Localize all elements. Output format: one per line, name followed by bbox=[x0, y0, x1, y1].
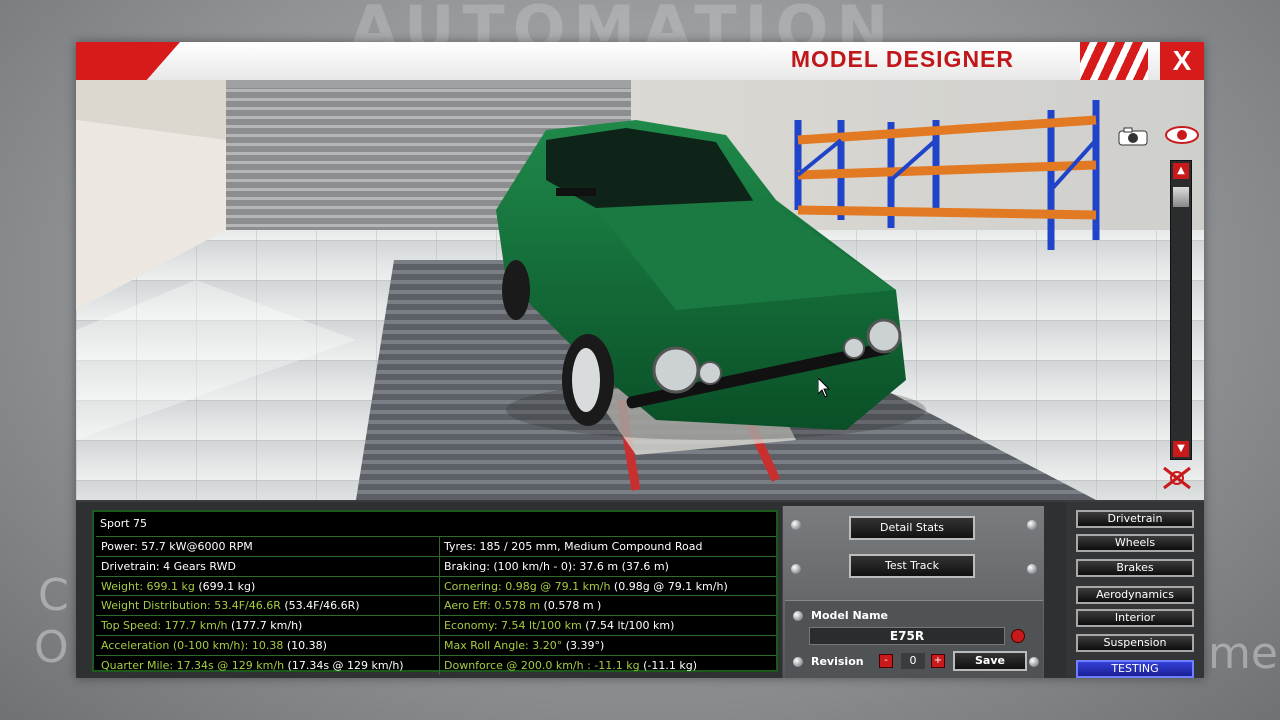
revision-label: Revision bbox=[811, 655, 864, 668]
stat-left: Weight Distribution: 53.4F/46.6R (53.4F/… bbox=[101, 596, 434, 615]
background-letter-c: C bbox=[38, 570, 69, 621]
title-stripes-right bbox=[1080, 42, 1148, 80]
stat-value: Aero Eff: 0.578 m bbox=[444, 599, 541, 613]
actions-panel: Detail Stats Test Track Model Name E75R … bbox=[782, 506, 1044, 678]
stat-right: Economy: 7.54 lt/100 km (7.54 lt/100 km) bbox=[439, 616, 774, 636]
stat-right: Max Roll Angle: 3.20° (3.39°) bbox=[439, 636, 774, 655]
camera-icon[interactable] bbox=[1116, 126, 1152, 146]
stat-baseline: (699.1 kg) bbox=[194, 579, 256, 593]
car-model-name-label: Sport 75 bbox=[100, 517, 148, 530]
stats-row: Weight Distribution: 53.4F/46.6R (53.4F/… bbox=[96, 595, 776, 616]
stat-right: Aero Eff: 0.578 m (0.578 m ) bbox=[439, 596, 774, 616]
rivet bbox=[1027, 564, 1037, 574]
stat-baseline: (-11.1 kg) bbox=[639, 658, 698, 672]
background-letter-o: O bbox=[34, 622, 69, 673]
stat-value: Cornering: 0.98g @ 79.1 km/h bbox=[444, 579, 611, 593]
revision-value: 0 bbox=[901, 653, 925, 669]
stats-row: Quarter Mile: 17.34s @ 129 km/h (17.34s … bbox=[96, 654, 776, 675]
title-bar: MODEL DESIGNER X bbox=[76, 42, 1204, 80]
background-text-me: me bbox=[1208, 628, 1278, 679]
nav-item-aerodynamics[interactable]: Aerodynamics bbox=[1076, 586, 1194, 604]
window-title: MODEL DESIGNER bbox=[790, 46, 1014, 72]
clear-name-icon[interactable] bbox=[1011, 629, 1025, 643]
stat-baseline: (3.39°) bbox=[562, 639, 605, 652]
zoom-scrollbar[interactable]: ▲ ▼ bbox=[1170, 160, 1192, 460]
stats-row: Top Speed: 177.7 km/h (177.7 km/h) Econom… bbox=[96, 615, 776, 636]
rivet bbox=[791, 564, 801, 574]
game-screen: AUTOMATION C O me MODEL DESIGNER X ▲ ▼ S… bbox=[0, 0, 1280, 720]
stat-baseline: (17.34s @ 129 km/h) bbox=[284, 658, 404, 672]
close-button[interactable]: X bbox=[1160, 42, 1204, 80]
stat-left: Power: 57.7 kW@6000 RPM bbox=[101, 537, 434, 556]
stat-value: Weight: 699.1 kg bbox=[101, 579, 195, 593]
nav-item-testing[interactable]: TESTING bbox=[1076, 660, 1194, 678]
stat-value: Tyres: 185 / 205 mm, Medium Compound Roa… bbox=[444, 540, 703, 553]
stat-right: Cornering: 0.98g @ 79.1 km/h (0.98g @ 79… bbox=[439, 576, 774, 596]
stat-left: Top Speed: 177.7 km/h (177.7 km/h) bbox=[101, 616, 434, 635]
stat-value: Power: 57.7 kW@6000 RPM bbox=[101, 540, 253, 553]
stat-left: Drivetrain: 4 Gears RWD bbox=[101, 557, 434, 576]
arrow-up-icon[interactable]: ▲ bbox=[1173, 163, 1189, 179]
stat-value: Weight Distribution: 53.4F/46.6R bbox=[101, 599, 281, 613]
stat-baseline: (53.4F/46.6R) bbox=[280, 599, 360, 613]
rivet bbox=[1029, 657, 1039, 667]
bottom-panel: Sport 75 Power: 57.7 kW@6000 RPM Tyres: 1… bbox=[76, 502, 1204, 678]
model-name-section: Model Name E75R Revision - 0 + Save bbox=[785, 600, 1043, 678]
stat-value: Top Speed: 177.7 km/h bbox=[101, 619, 228, 633]
nav-item-suspension[interactable]: Suspension bbox=[1076, 634, 1194, 652]
stat-value: Drivetrain: 4 Gears RWD bbox=[101, 559, 236, 573]
stats-row: Drivetrain: 4 Gears RWD Braking: (100 km/… bbox=[96, 555, 776, 576]
stat-right: Downforce @ 200.0 km/h : -11.1 kg (-11.1… bbox=[439, 655, 774, 675]
eye-icon[interactable] bbox=[1164, 124, 1200, 146]
stat-right: Tyres: 185 / 205 mm, Medium Compound Roa… bbox=[439, 537, 774, 556]
stat-baseline: (10.38) bbox=[283, 639, 327, 652]
designer-nav: Drivetrain Wheels Brakes Aerodynamics Interi… bbox=[1066, 502, 1204, 678]
nav-item-interior[interactable]: Interior bbox=[1076, 609, 1194, 627]
rivet bbox=[793, 611, 803, 621]
stat-value: Downforce @ 200.0 km/h : -11.1 kg bbox=[444, 658, 640, 672]
stat-left: Quarter Mile: 17.34s @ 129 km/h (17.34s … bbox=[101, 656, 434, 675]
model-designer-window: MODEL DESIGNER X ▲ ▼ Sport 75 Power: 57.… bbox=[76, 42, 1204, 678]
car-stats-panel: Sport 75 Power: 57.7 kW@6000 RPM Tyres: 1… bbox=[92, 510, 778, 675]
car-3d-viewport[interactable]: ▲ ▼ bbox=[76, 80, 1204, 500]
reset-view-icon[interactable] bbox=[1160, 464, 1194, 492]
model-name-label: Model Name bbox=[811, 609, 888, 622]
detail-stats-button[interactable]: Detail Stats bbox=[849, 516, 975, 540]
stat-baseline: (177.7 km/h) bbox=[227, 619, 303, 633]
stat-right: Braking: (100 km/h - 0): 37.6 m (37.6 m) bbox=[439, 556, 774, 576]
test-track-button[interactable]: Test Track bbox=[849, 554, 975, 578]
zoom-slider-thumb[interactable] bbox=[1173, 187, 1189, 207]
title-stripe-left bbox=[76, 42, 180, 80]
stat-baseline: (0.98g @ 79.1 km/h) bbox=[610, 579, 728, 593]
stat-baseline: (0.578 m ) bbox=[540, 599, 602, 613]
stat-value: Quarter Mile: 17.34s @ 129 km/h bbox=[101, 658, 285, 672]
garage-scene bbox=[76, 80, 1204, 500]
nav-item-drivetrain[interactable]: Drivetrain bbox=[1076, 510, 1194, 528]
stats-row: Weight: 699.1 kg (699.1 kg) Cornering: 0.… bbox=[96, 575, 776, 596]
rivet bbox=[793, 657, 803, 667]
revision-decrement-button[interactable]: - bbox=[879, 654, 893, 668]
model-name-input[interactable]: E75R bbox=[809, 627, 1005, 645]
stat-value: Braking: (100 km/h - 0): 37.6 m (37.6 m) bbox=[444, 559, 669, 573]
save-button[interactable]: Save bbox=[953, 651, 1027, 671]
stat-value: Economy: 7.54 lt/100 km bbox=[444, 619, 582, 633]
stat-left: Acceleration (0-100 km/h): 10.38 (10.38) bbox=[101, 636, 434, 655]
stat-value: Max Roll Angle: 3.20° bbox=[444, 639, 563, 652]
arrow-down-icon[interactable]: ▼ bbox=[1173, 441, 1189, 457]
stats-row: Power: 57.7 kW@6000 RPM Tyres: 185 / 205 … bbox=[96, 536, 776, 556]
stat-left: Weight: 699.1 kg (699.1 kg) bbox=[101, 577, 434, 596]
nav-item-wheels[interactable]: Wheels bbox=[1076, 534, 1194, 552]
revision-increment-button[interactable]: + bbox=[931, 654, 945, 668]
stat-baseline: (7.54 lt/100 km) bbox=[581, 619, 675, 633]
stats-row: Acceleration (0-100 km/h): 10.38 (10.38)… bbox=[96, 635, 776, 655]
stat-value: Acceleration (0-100 km/h): 10.38 bbox=[101, 639, 284, 652]
rivet bbox=[1027, 520, 1037, 530]
rivet bbox=[791, 520, 801, 530]
nav-item-brakes[interactable]: Brakes bbox=[1076, 559, 1194, 577]
